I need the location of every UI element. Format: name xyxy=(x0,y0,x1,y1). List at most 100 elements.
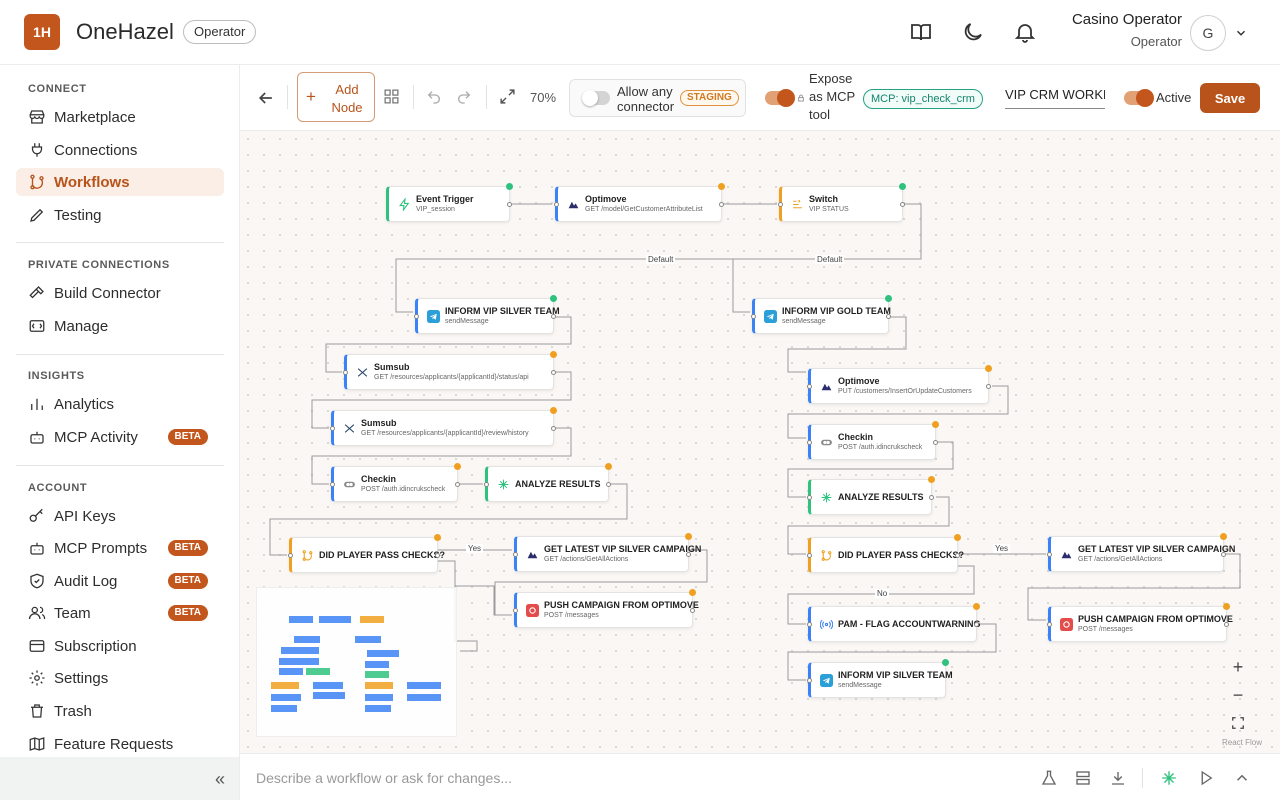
input-handle[interactable] xyxy=(807,384,812,389)
input-handle[interactable] xyxy=(513,608,518,613)
workflow-node[interactable]: PUSH CAMPAIGN FROM OPTIMOVE POST /message… xyxy=(1047,603,1233,642)
sidebar-item-mcp-activity[interactable]: MCP Activity BETA xyxy=(16,423,224,451)
sidebar-item-build-connector[interactable]: Build Connector xyxy=(16,279,224,307)
workflow-node[interactable]: Checkin POST /auth.idincrukscheck xyxy=(807,421,939,460)
input-handle[interactable] xyxy=(484,482,489,487)
input-handle[interactable] xyxy=(330,482,335,487)
output-handle[interactable] xyxy=(686,552,691,557)
output-handle[interactable] xyxy=(606,482,611,487)
output-handle[interactable] xyxy=(929,495,934,500)
sidebar-item-trash[interactable]: Trash xyxy=(16,697,224,725)
workflow-node[interactable]: Sumsub GET /resources/applicants/{applica… xyxy=(330,407,557,446)
workflow-node[interactable]: Optimove GET /model/GetCustomerAttributeL… xyxy=(554,183,725,222)
input-handle[interactable] xyxy=(288,553,293,558)
allow-connector-toggle[interactable] xyxy=(582,90,610,106)
workflow-node[interactable]: Event Trigger VIP_session xyxy=(386,183,513,222)
sidebar-item-workflows[interactable]: Workflows xyxy=(16,168,224,196)
workflow-node[interactable]: DID PLAYER PASS CHECKS? xyxy=(288,534,445,573)
output-handle[interactable] xyxy=(955,553,960,558)
workflow-node[interactable]: GET LATEST VIP SILVER CAMPAIGN GET /actio… xyxy=(513,533,701,572)
sidebar-item-settings[interactable]: Settings xyxy=(16,664,224,692)
chevron-up-icon[interactable] xyxy=(1233,769,1251,787)
input-handle[interactable] xyxy=(330,426,335,431)
flask-icon[interactable] xyxy=(1040,769,1058,787)
sidebar-item-testing[interactable]: Testing xyxy=(16,201,224,229)
output-handle[interactable] xyxy=(933,440,938,445)
mcp-tool-pill[interactable]: MCP: vip_check_crm xyxy=(863,89,983,109)
expand-icon[interactable] xyxy=(499,88,516,105)
react-flow-attribution[interactable]: React Flow xyxy=(1222,738,1262,747)
minimap[interactable] xyxy=(256,587,457,737)
output-handle[interactable] xyxy=(507,202,512,207)
output-handle[interactable] xyxy=(551,314,556,319)
output-handle[interactable] xyxy=(435,553,440,558)
redo-icon[interactable] xyxy=(456,89,472,105)
input-handle[interactable] xyxy=(343,370,348,375)
bell-icon[interactable] xyxy=(1013,20,1037,44)
sidebar-item-marketplace[interactable]: Marketplace xyxy=(16,103,224,131)
input-handle[interactable] xyxy=(414,314,419,319)
chevron-down-icon[interactable] xyxy=(1234,26,1248,40)
collapse-sidebar-button[interactable]: « xyxy=(215,769,225,790)
layers-icon[interactable] xyxy=(1074,769,1092,787)
workflow-node[interactable]: GET LATEST VIP SILVER CAMPAIGN GET /actio… xyxy=(1047,533,1235,572)
output-handle[interactable] xyxy=(986,384,991,389)
workflow-node[interactable]: Checkin POST /auth.idincrukscheck xyxy=(330,463,461,502)
undo-icon[interactable] xyxy=(426,89,442,105)
input-handle[interactable] xyxy=(778,202,783,207)
add-node-button[interactable]: + Add Node xyxy=(297,72,375,122)
workflow-node[interactable]: INFORM VIP GOLD TEAM sendMessage xyxy=(751,295,892,334)
play-icon[interactable] xyxy=(1197,769,1215,787)
input-handle[interactable] xyxy=(513,552,518,557)
avatar[interactable]: G xyxy=(1190,15,1226,51)
input-handle[interactable] xyxy=(807,440,812,445)
output-handle[interactable] xyxy=(455,482,460,487)
sidebar-item-feature-requests[interactable]: Feature Requests xyxy=(16,730,224,758)
output-handle[interactable] xyxy=(1224,622,1229,627)
input-handle[interactable] xyxy=(807,495,812,500)
expose-mcp-toggle[interactable] xyxy=(765,89,795,107)
output-handle[interactable] xyxy=(900,202,905,207)
input-handle[interactable] xyxy=(554,202,559,207)
output-handle[interactable] xyxy=(551,370,556,375)
fit-view-button[interactable] xyxy=(1224,709,1252,737)
output-handle[interactable] xyxy=(974,622,979,627)
workflow-node[interactable]: ANALYZE RESULTS xyxy=(484,463,612,502)
workflow-node[interactable]: PAM - FLAG ACCOUNTWARNING xyxy=(807,603,980,642)
input-handle[interactable] xyxy=(1047,552,1052,557)
download-icon[interactable] xyxy=(1109,769,1127,787)
zoom-out-button[interactable]: − xyxy=(1224,681,1252,709)
workflow-node[interactable]: Switch VIP STATUS xyxy=(778,183,906,222)
sidebar-item-api-keys[interactable]: API Keys xyxy=(16,502,224,530)
ai-sparkle-icon[interactable] xyxy=(1160,769,1178,787)
sidebar-item-analytics[interactable]: Analytics xyxy=(16,390,224,418)
workflow-node[interactable]: Sumsub GET /resources/applicants/{applica… xyxy=(343,351,557,390)
workflow-node[interactable]: PUSH CAMPAIGN FROM OPTIMOVE POST /message… xyxy=(513,589,699,628)
output-handle[interactable] xyxy=(886,314,891,319)
sidebar-item-audit-log[interactable]: Audit Log BETA xyxy=(16,567,224,595)
output-handle[interactable] xyxy=(551,426,556,431)
workflow-node[interactable]: INFORM VIP SILVER TEAM sendMessage xyxy=(807,659,953,698)
workflow-node[interactable]: Optimove PUT /customers/InsertOrUpdateCus… xyxy=(807,365,992,404)
prompt-input[interactable]: Describe a workflow or ask for changes..… xyxy=(256,770,512,786)
output-handle[interactable] xyxy=(719,202,724,207)
input-handle[interactable] xyxy=(807,678,812,683)
input-handle[interactable] xyxy=(807,553,812,558)
output-handle[interactable] xyxy=(1221,552,1226,557)
workflow-node[interactable]: INFORM VIP SILVER TEAM sendMessage xyxy=(414,295,560,334)
workflow-canvas[interactable]: Default Default Yes Yes No Event Trigger… xyxy=(240,131,1280,753)
input-handle[interactable] xyxy=(751,314,756,319)
sidebar-item-subscription[interactable]: Subscription xyxy=(16,632,224,660)
workflow-node[interactable]: ANALYZE RESULTS xyxy=(807,476,935,515)
book-icon[interactable] xyxy=(909,20,933,44)
zoom-in-button[interactable]: + xyxy=(1224,653,1252,681)
back-arrow-icon[interactable] xyxy=(256,88,276,108)
sidebar-item-mcp-prompts[interactable]: MCP Prompts BETA xyxy=(16,534,224,562)
output-handle[interactable] xyxy=(690,608,695,613)
grid-layout-icon[interactable] xyxy=(383,88,400,105)
active-toggle[interactable] xyxy=(1124,89,1154,107)
input-handle[interactable] xyxy=(807,622,812,627)
moon-icon[interactable] xyxy=(961,20,985,44)
sidebar-item-manage[interactable]: Manage xyxy=(16,312,224,340)
sidebar-item-team[interactable]: Team BETA xyxy=(16,599,224,627)
